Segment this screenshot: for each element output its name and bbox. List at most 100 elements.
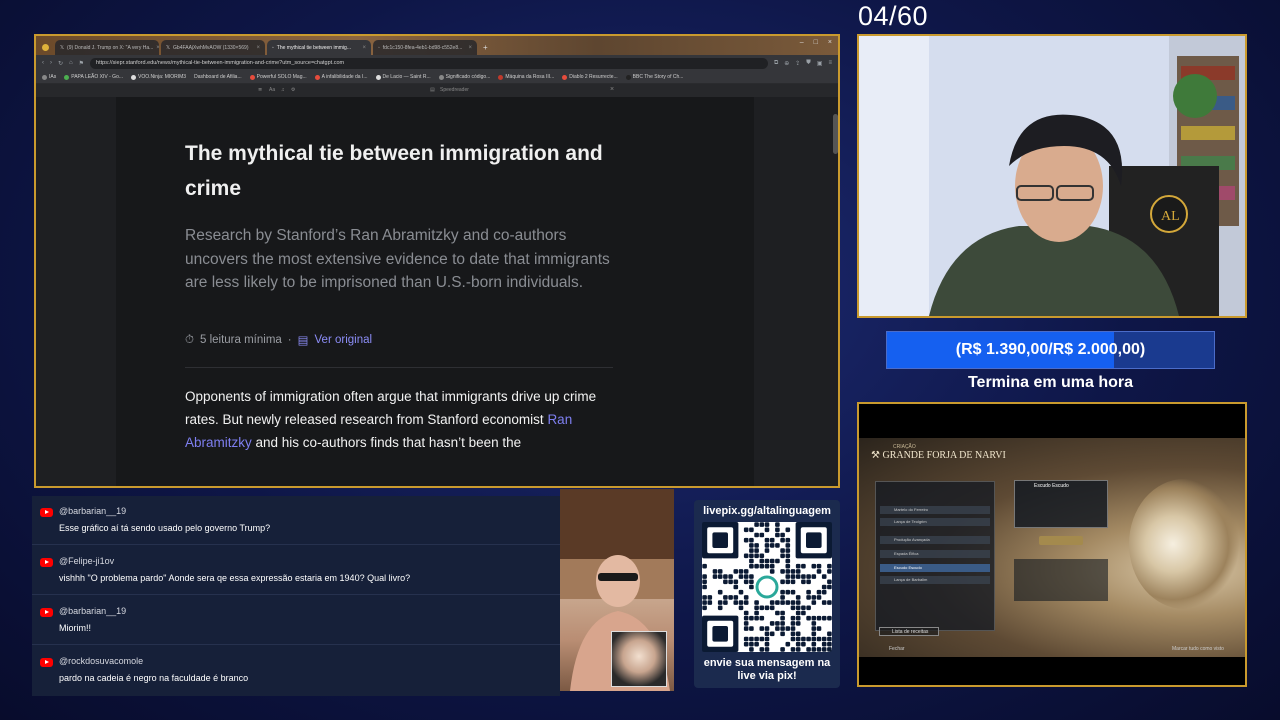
url-text: https://siepr.stanford.edu/news/mythical… (96, 60, 345, 66)
maximize-icon[interactable]: □ (814, 39, 818, 46)
bookmark-item[interactable]: Máquina da Rosa III... (498, 74, 554, 80)
reader-font-icon[interactable]: Aa (269, 87, 275, 93)
site-icon (625, 74, 631, 80)
document-icon: ▤ (297, 335, 309, 347)
reader-settings-icon[interactable]: ⚙ (291, 87, 295, 93)
game-close-hint[interactable]: Fechar (889, 646, 905, 652)
close-reader-icon[interactable]: × (610, 86, 614, 93)
stream-counter: 04/60 (858, 1, 929, 31)
forward-icon[interactable]: › (50, 60, 52, 66)
site-icon (375, 74, 381, 80)
bookmark-item[interactable]: BBC The Story of Ch... (625, 74, 683, 80)
shield-icon[interactable]: ⛊ (806, 60, 811, 67)
chat-panel: @barbarian__19 Esse gráfico aí tá sendo … (32, 496, 560, 696)
back-icon[interactable]: ‹ (42, 60, 44, 66)
share-icon[interactable]: ⇪ (795, 60, 800, 67)
site-icon (314, 74, 320, 80)
site-icon (249, 74, 255, 80)
browser-tab-active[interactable]: ◦ The mythical tie between immig... × (267, 40, 371, 55)
bookmark-item[interactable]: PAPA LEÃO XIV - Go... (64, 74, 123, 80)
donation-goal-bar: (R$ 1.390,00/R$ 2.000,00) (886, 331, 1215, 369)
chat-message: @barbarian__19 Miorim!! (32, 596, 560, 645)
scrollbar[interactable] (833, 114, 838, 154)
home-icon[interactable]: ⌂ (69, 60, 73, 66)
youtube-icon (40, 658, 53, 667)
body-text: Opponents of immigration often argue tha… (185, 389, 597, 427)
bookmark-item[interactable]: IAs (42, 74, 56, 80)
speedreader-icon: ▤ (430, 87, 435, 93)
game-item-detail-title: Escudo Escudo (1034, 483, 1069, 489)
bookmarks-bar: IAs PAPA LEÃO XIV - Go... VOO.Ninja: MIO… (36, 71, 838, 84)
close-tab-icon[interactable]: × (256, 45, 260, 51)
translate-icon[interactable]: ⧉ (774, 60, 778, 67)
new-tab-icon[interactable]: + (483, 43, 488, 52)
browser-tab[interactable]: ◦ fdc1c150-8fea-4eb1-bd98-c552e8... × (373, 40, 477, 55)
reader-toolbar: ≣ Aa ♫ ⚙ ▤ Speedreader × (36, 84, 838, 97)
browser-tab[interactable]: 𝕏 (9) Donald J. Trump on X: "A very Ha..… (55, 40, 159, 55)
chat-text: Esse gráfico aí tá sendo usado pelo gove… (59, 523, 271, 533)
game-menu-item[interactable]: Espada Élfica (880, 550, 990, 558)
game-craft-button[interactable] (1039, 536, 1083, 545)
game-menu-item-selected[interactable]: Escudo Escudo (880, 564, 990, 572)
game-recipe-list-button[interactable]: Lista de receitas (879, 627, 939, 636)
chat-text: pardo na cadeia é negro na faculdade é b… (59, 673, 249, 683)
bookmark-item[interactable]: De Lacio — Saint R... (375, 74, 431, 80)
browser-tab[interactable]: 𝕏 Gb4FAAjXwhMvAOW (1330×569) × (161, 40, 265, 55)
bookmark-item[interactable]: Powerful SOLO Mag... (249, 74, 307, 80)
chat-username: @rockdosuvacomole (59, 656, 144, 666)
close-tab-icon[interactable]: × (156, 45, 159, 51)
browser-menu-dot-icon[interactable] (42, 44, 49, 51)
article-subtitle: Research by Stanford’s Ran Abramitzky an… (185, 227, 610, 291)
tab-label: The mythical tie between immig... (276, 44, 351, 51)
stopwatch-icon: ⏱ (185, 333, 194, 346)
window-controls: – □ × (800, 39, 832, 46)
svg-text:AL: AL (1161, 209, 1180, 224)
chat-username: @barbarian__19 (59, 506, 127, 516)
article-meta: ⏱ 5 leitura mínima · ▤ Ver original (185, 333, 373, 348)
game-title: ⚒ GRANDE FORJA DE NARVI (871, 450, 1006, 461)
reader-audio-icon[interactable]: ♫ (281, 87, 285, 93)
qr-code-icon[interactable] (702, 522, 832, 652)
site-icon (64, 74, 70, 80)
youtube-icon (40, 608, 53, 617)
game-menu-item[interactable]: Produção Avançada (880, 536, 990, 544)
close-window-icon[interactable]: × (828, 39, 832, 46)
bookmark-icon[interactable]: ⚑ (79, 60, 84, 67)
bookmark-item[interactable]: A infalibilidade da I... (314, 74, 368, 80)
game-menu-item[interactable]: Lança de Teolgrim (880, 518, 990, 526)
game-capture: CRIAÇÃO ⚒ GRANDE FORJA DE NARVI Martelo … (857, 402, 1247, 687)
url-field[interactable]: https://siepr.stanford.edu/news/mythical… (90, 57, 768, 69)
bookmark-item[interactable]: Significado código... (438, 74, 490, 80)
game-globe-art (1129, 479, 1239, 609)
close-tab-icon[interactable]: × (468, 45, 472, 51)
page-icon: ◦ (378, 44, 380, 51)
extension-icon[interactable]: ▣ (817, 60, 823, 67)
game-menu-item[interactable]: Lança de Barbalim (880, 576, 990, 584)
donation-goal-text: (R$ 1.390,00/R$ 2.000,00) (955, 341, 1146, 358)
game-menu-item[interactable]: Martelo do Ferreiro (880, 506, 990, 514)
donation-url[interactable]: livepix.gg/altalinguagem (694, 505, 840, 517)
chat-username: @barbarian__19 (59, 606, 127, 616)
donation-goal-caption: Termina em uma hora (967, 374, 1134, 391)
tab-label: fdc1c150-8fea-4eb1-bd98-c552e8... (382, 44, 463, 51)
view-original-link[interactable]: Ver original (315, 334, 373, 346)
chat-text: vishhh "O problema pardo" Aonde sera qe … (59, 573, 411, 583)
article-body-viewport: Opponents of immigration often argue tha… (185, 385, 635, 480)
zoom-icon[interactable]: ⊕ (784, 60, 789, 67)
x-logo-icon: 𝕏 (60, 44, 65, 51)
reader-list-icon[interactable]: ≣ (258, 87, 262, 93)
close-tab-icon[interactable]: × (362, 45, 366, 51)
chat-message: @barbarian__19 Esse gráfico aí tá sendo … (32, 496, 560, 545)
x-logo-icon: 𝕏 (166, 44, 171, 51)
bookmark-item[interactable]: VOO.Ninja: MIORIM3 (131, 74, 186, 80)
bookmark-item[interactable]: Dashboard de Afilia... (194, 74, 242, 80)
youtube-icon (40, 508, 53, 517)
game-mark-seen-hint[interactable]: Marcar tudo como visto (1172, 646, 1224, 652)
tab-label: Gb4FAAjXwhMvAOW (1330×569) (173, 44, 249, 51)
bookmark-item[interactable]: Diablo 2 Resurrecte... (562, 74, 618, 80)
address-bar-row: ‹ › ↻ ⌂ ⚑ https://siepr.stanford.edu/new… (36, 55, 838, 71)
menu-icon[interactable]: ≡ (828, 60, 832, 66)
meta-separator: · (287, 334, 292, 346)
reload-icon[interactable]: ↻ (58, 60, 63, 67)
minimize-icon[interactable]: – (800, 39, 804, 46)
